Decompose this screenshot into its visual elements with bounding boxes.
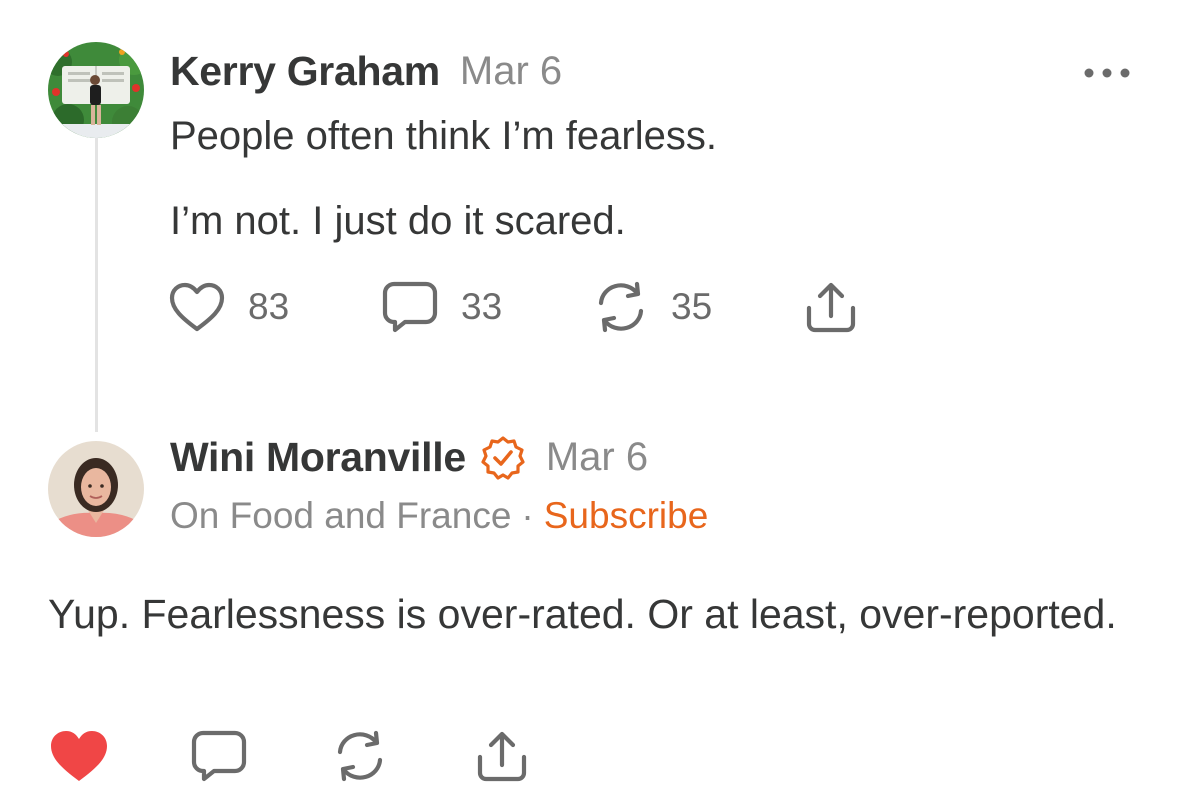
reply-header: Wini Moranville Mar 6 <box>170 434 648 481</box>
like-button[interactable]: 83 <box>168 281 381 333</box>
heart-outline-icon <box>169 282 225 332</box>
speech-bubble-icon <box>382 281 438 333</box>
verified-badge-icon <box>480 435 526 481</box>
reply-actions <box>48 728 530 784</box>
avatar-photo-garden <box>48 42 144 138</box>
share-button[interactable] <box>803 280 859 334</box>
separator: · <box>521 495 534 536</box>
share-icon <box>477 731 527 782</box>
author-name[interactable]: Kerry Graham <box>170 48 440 95</box>
author-avatar[interactable] <box>48 42 144 138</box>
post-date: Mar 6 <box>459 49 563 93</box>
reply-author-avatar[interactable] <box>48 441 144 537</box>
publication-name[interactable]: On Food and France <box>170 495 511 536</box>
share-icon <box>806 282 856 333</box>
speech-bubble-icon <box>191 730 247 782</box>
publication-row: On Food and France · Subscribe <box>170 495 708 537</box>
post-paragraph: People often think I’m fearless. <box>170 114 717 158</box>
more-horizontal-icon[interactable] <box>1082 64 1132 82</box>
thread-line <box>95 132 98 432</box>
reply-author-name[interactable]: Wini Moranville <box>170 434 466 481</box>
reply-date: Mar 6 <box>545 435 649 479</box>
subscribe-link[interactable]: Subscribe <box>544 495 709 536</box>
post-paragraph: I’m not. I just do it scared. <box>170 199 626 243</box>
restack-button[interactable]: 35 <box>593 281 803 333</box>
avatar-photo-portrait <box>48 441 144 537</box>
post-actions: 83 33 35 <box>168 280 859 334</box>
comment-button[interactable] <box>190 729 332 783</box>
restack-count: 35 <box>671 286 713 327</box>
like-count: 83 <box>248 286 290 327</box>
restack-icon <box>598 281 644 333</box>
restack-button[interactable] <box>332 730 474 782</box>
comment-count: 33 <box>461 286 503 327</box>
comment-button[interactable]: 33 <box>381 280 593 334</box>
post-header: Kerry Graham Mar 6 <box>170 48 562 95</box>
heart-filled-icon <box>51 731 107 781</box>
share-button[interactable] <box>474 729 530 783</box>
restack-icon <box>337 730 383 782</box>
like-button[interactable] <box>48 728 190 784</box>
reply-text: Yup. Fearlessness is over-rated. Or at l… <box>48 591 1117 637</box>
